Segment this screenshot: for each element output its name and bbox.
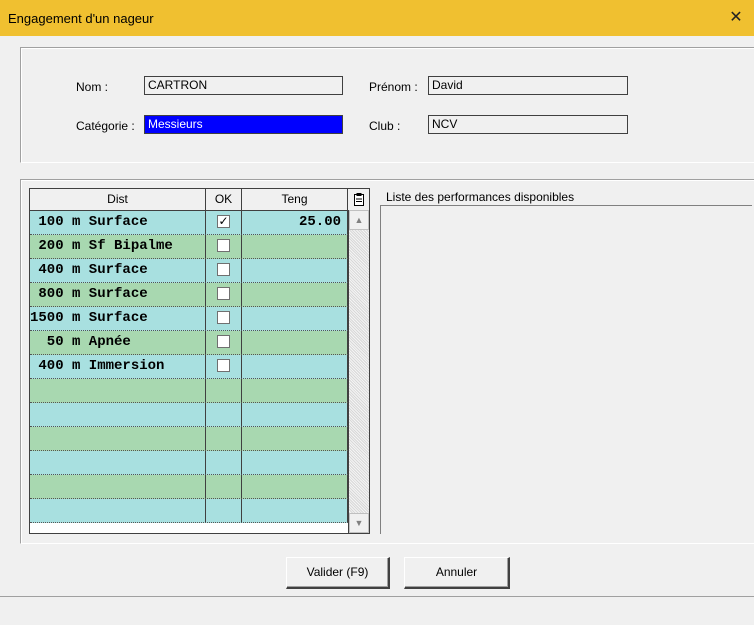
table-row[interactable] [30, 379, 348, 403]
ok-checkbox[interactable] [217, 335, 230, 348]
clipboard-icon[interactable] [348, 189, 369, 210]
ok-checkbox[interactable] [217, 263, 230, 276]
swimmer-info-panel [20, 47, 754, 163]
table-row[interactable]: 200 m Sf Bipalme [30, 235, 348, 259]
ok-cell [206, 499, 242, 522]
teng-cell[interactable] [242, 259, 348, 282]
performances-header: Liste des performances disponibles [386, 190, 575, 204]
teng-cell[interactable] [242, 355, 348, 378]
dist-cell[interactable]: 50 m Apnée [30, 331, 206, 354]
table-row[interactable]: 400 m Immersion [30, 355, 348, 379]
dist-cell[interactable] [30, 427, 206, 450]
table-row[interactable] [30, 451, 348, 475]
teng-cell[interactable] [242, 427, 348, 450]
ok-cell [206, 355, 242, 378]
table-row[interactable]: 1500 m Surface [30, 307, 348, 331]
table-row[interactable] [30, 427, 348, 451]
teng-cell[interactable] [242, 499, 348, 522]
nom-label: Nom : [76, 80, 109, 94]
club-label: Club : [369, 119, 401, 133]
ok-checkbox[interactable]: ✓ [217, 215, 230, 228]
teng-cell[interactable] [242, 403, 348, 426]
status-bar [0, 596, 754, 625]
ok-cell [206, 451, 242, 474]
ok-cell [206, 283, 242, 306]
dist-cell[interactable]: 400 m Immersion [30, 355, 206, 378]
ok-cell [206, 379, 242, 402]
table-row[interactable] [30, 403, 348, 427]
performances-list[interactable] [380, 206, 752, 534]
ok-cell [206, 427, 242, 450]
table-row[interactable]: 800 m Surface [30, 283, 348, 307]
column-header-dist[interactable]: Dist [30, 189, 206, 210]
dist-cell[interactable] [30, 475, 206, 498]
validate-button[interactable]: Valider (F9) [286, 557, 390, 589]
dist-cell[interactable]: 200 m Sf Bipalme [30, 235, 206, 258]
nom-field[interactable]: CARTRON [144, 76, 343, 95]
dist-cell[interactable] [30, 403, 206, 426]
scroll-up-icon[interactable]: ▲ [349, 210, 369, 230]
ok-checkbox[interactable] [217, 359, 230, 372]
performances-panel: Liste des performances disponibles [380, 188, 752, 534]
teng-cell[interactable] [242, 379, 348, 402]
dist-cell[interactable] [30, 499, 206, 522]
close-icon[interactable]: ✕ [724, 7, 748, 29]
grid-header: Dist OK Teng [30, 189, 369, 211]
prenom-field[interactable]: David [428, 76, 628, 95]
ok-checkbox[interactable] [217, 311, 230, 324]
categorie-label: Catégorie : [76, 119, 135, 133]
dist-cell[interactable] [30, 379, 206, 402]
dist-cell[interactable]: 100 m Surface [30, 211, 206, 234]
ok-cell [206, 307, 242, 330]
ok-cell [206, 331, 242, 354]
dist-cell[interactable]: 400 m Surface [30, 259, 206, 282]
events-grid[interactable]: Dist OK Teng 100 m Surface ✓ 25.00 200 m S… [29, 188, 370, 534]
table-row[interactable] [30, 499, 348, 523]
teng-cell[interactable] [242, 307, 348, 330]
teng-cell[interactable] [242, 283, 348, 306]
table-row[interactable]: 50 m Apnée [30, 331, 348, 355]
ok-cell: ✓ [206, 211, 242, 234]
teng-cell[interactable] [242, 451, 348, 474]
ok-cell [206, 259, 242, 282]
column-header-ok[interactable]: OK [206, 189, 242, 210]
window-title: Engagement d'un nageur [8, 11, 154, 26]
table-row[interactable]: 400 m Surface [30, 259, 348, 283]
table-row[interactable] [30, 475, 348, 499]
scroll-down-icon[interactable]: ▼ [349, 513, 369, 533]
ok-cell [206, 403, 242, 426]
ok-cell [206, 235, 242, 258]
ok-cell [206, 475, 242, 498]
prenom-label: Prénom : [369, 80, 418, 94]
teng-cell[interactable] [242, 331, 348, 354]
teng-cell[interactable] [242, 475, 348, 498]
dist-cell[interactable]: 800 m Surface [30, 283, 206, 306]
table-row[interactable]: 100 m Surface ✓ 25.00 [30, 211, 348, 235]
teng-cell[interactable] [242, 235, 348, 258]
ok-checkbox[interactable] [217, 239, 230, 252]
dist-cell[interactable]: 1500 m Surface [30, 307, 206, 330]
vertical-scrollbar[interactable]: ▲ ▼ [348, 210, 369, 533]
cancel-button[interactable]: Annuler [404, 557, 510, 589]
teng-cell[interactable]: 25.00 [242, 211, 348, 234]
club-field[interactable]: NCV [428, 115, 628, 134]
categorie-field[interactable]: Messieurs [144, 115, 343, 134]
ok-checkbox[interactable] [217, 287, 230, 300]
title-bar: Engagement d'un nageur ✕ [0, 0, 754, 36]
column-header-teng[interactable]: Teng [242, 189, 348, 210]
dist-cell[interactable] [30, 451, 206, 474]
